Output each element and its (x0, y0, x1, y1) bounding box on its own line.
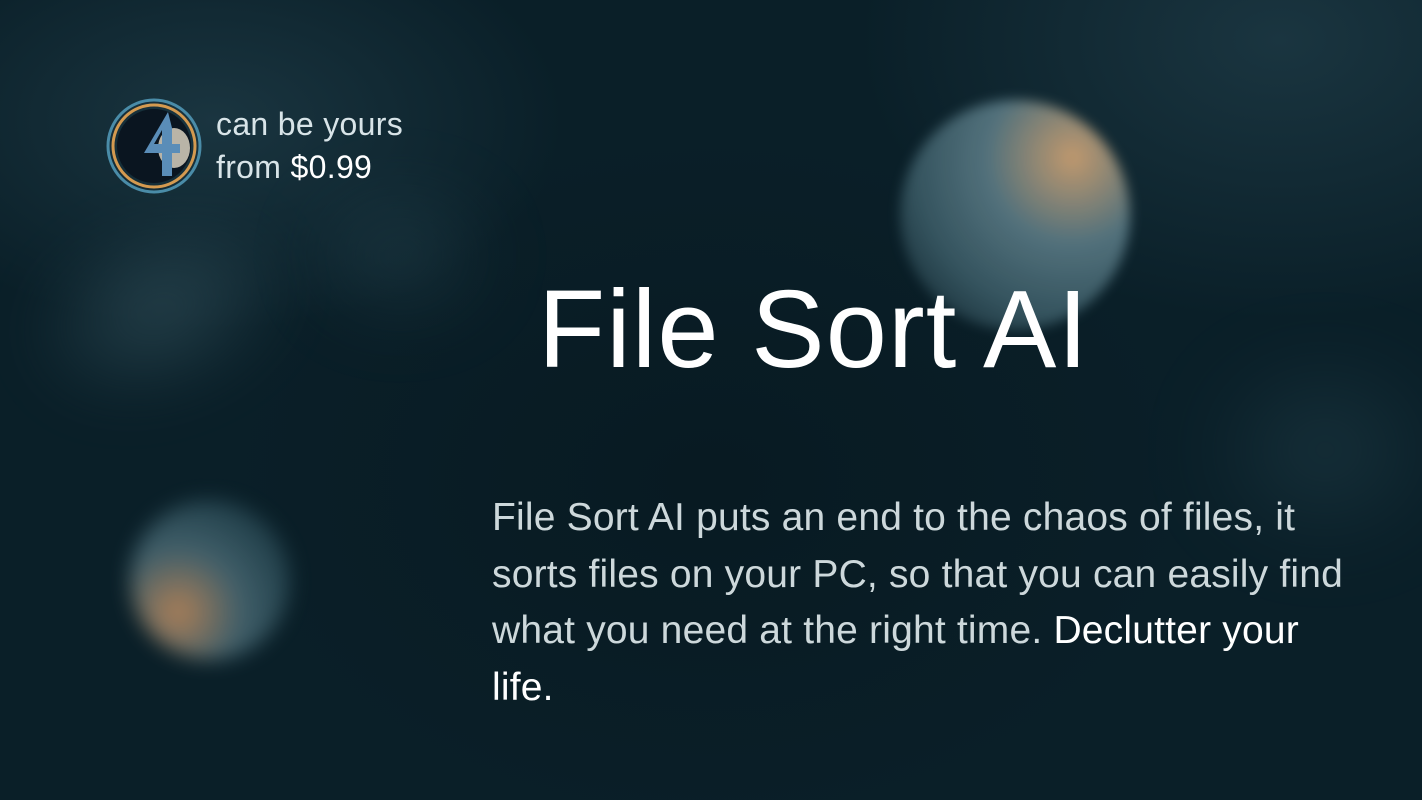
bokeh-orb (130, 500, 290, 660)
price-badge: can be yours from $0.99 (106, 98, 403, 194)
price-line-1: can be yours (216, 103, 403, 146)
price-text: can be yours from $0.99 (216, 103, 403, 189)
bokeh-blur (300, 180, 500, 330)
description: File Sort AI puts an end to the chaos of… (492, 490, 1357, 716)
logo-icon (106, 98, 202, 194)
price-line-2: from $0.99 (216, 146, 403, 189)
page-title: File Sort AI (538, 266, 1089, 393)
